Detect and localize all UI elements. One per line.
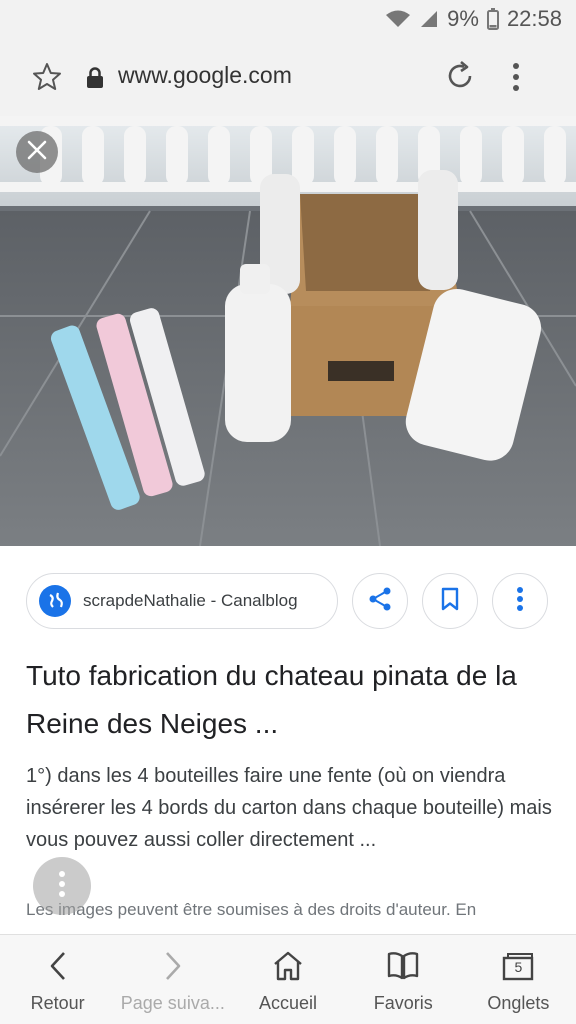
source-chip[interactable]: scrapdeNathalie - Canalblog: [26, 573, 338, 629]
floating-menu-button[interactable]: [33, 857, 91, 915]
close-image-button[interactable]: [16, 131, 58, 173]
signal-icon: [419, 9, 439, 29]
reload-icon[interactable]: [444, 60, 476, 97]
status-bar: 9% 22:58: [0, 0, 576, 40]
star-icon[interactable]: [32, 62, 62, 97]
more-options-button[interactable]: [492, 573, 548, 629]
nav-tabs[interactable]: 5 Onglets: [461, 935, 576, 1024]
battery-icon: [486, 8, 499, 30]
nav-back-label: Retour: [30, 993, 85, 1013]
nav-forward[interactable]: Page suiva...: [115, 935, 230, 1024]
bookmark-icon: [440, 587, 460, 616]
tabs-icon: 5: [501, 949, 535, 983]
more-vert-icon: [516, 586, 524, 617]
wifi-icon: [385, 9, 411, 29]
nav-home-label: Accueil: [258, 993, 318, 1013]
nav-back[interactable]: Retour: [0, 935, 115, 1024]
chevron-left-icon: [48, 949, 68, 983]
share-icon: [367, 586, 393, 617]
close-icon: [27, 140, 47, 165]
copyright-notice: Les images peuvent être soumises à des d…: [26, 900, 477, 919]
nav-bookmarks[interactable]: Favoris: [346, 935, 461, 1024]
nav-bookmarks-label: Favoris: [373, 993, 433, 1013]
overflow-menu-icon[interactable]: [512, 62, 520, 97]
lock-icon: [86, 67, 104, 94]
bookmarks-icon: [386, 949, 420, 983]
nav-home[interactable]: Accueil: [230, 935, 345, 1024]
more-vert-icon: [58, 870, 66, 903]
clock: 22:58: [506, 6, 562, 31]
globe-icon: [39, 585, 71, 617]
result-title[interactable]: Tuto fabrication du chateau pinata de la…: [26, 652, 556, 748]
result-image[interactable]: [0, 116, 576, 546]
share-button[interactable]: [352, 573, 408, 629]
url-bar: www.google.com: [0, 40, 576, 116]
chevron-right-icon: [163, 949, 183, 983]
nav-tabs-label: Onglets: [487, 993, 550, 1013]
url-text[interactable]: www.google.com: [118, 62, 292, 89]
bottom-navigation: Retour Page suiva... Accueil Favoris 5 O…: [0, 934, 576, 1024]
source-name: scrapdeNathalie - Canalblog: [83, 591, 298, 610]
home-icon: [272, 949, 304, 983]
tab-count: 5: [514, 959, 523, 975]
result-snippet: 1°) dans les 4 bouteilles faire une fent…: [26, 765, 552, 851]
save-button[interactable]: [422, 573, 478, 629]
battery-level: 9%: [447, 6, 479, 31]
nav-forward-label: Page suiva...: [120, 993, 225, 1013]
